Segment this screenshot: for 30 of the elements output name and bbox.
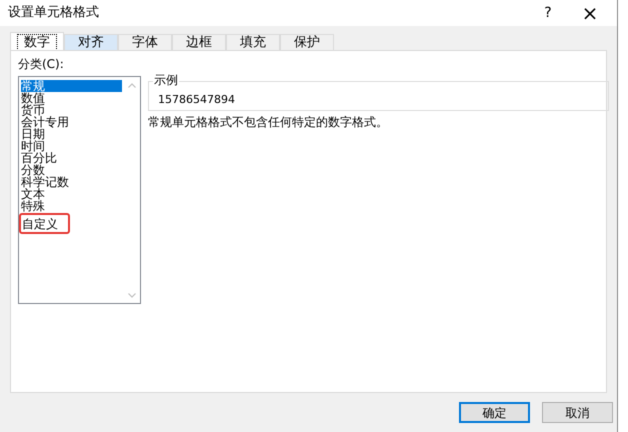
category-item[interactable]: 日期 [21,128,45,140]
description-text: 常规单元格格式不包含任何特定的数字格式。 [148,115,388,129]
tab[interactable]: 边框 [172,34,226,50]
category-item[interactable]: 自定义 [22,218,58,230]
tab[interactable]: 数字 [10,32,64,51]
category-item[interactable]: 数值 [21,92,45,104]
category-item[interactable]: 科学记数 [21,176,69,188]
sample-label: 示例 [153,73,179,87]
sample-value: 15786547894 [158,93,235,106]
category-item[interactable]: 常规 [21,80,122,92]
tab[interactable]: 填充 [226,34,280,50]
tab[interactable]: 对齐 [64,34,118,50]
category-item[interactable]: 百分比 [21,152,57,164]
tab[interactable]: 字体 [118,34,172,50]
category-item[interactable]: 特殊 [21,200,45,212]
scroll-up-icon[interactable] [128,83,136,88]
help-button[interactable]: ? [533,1,563,25]
category-label: 分类(C): [18,57,64,71]
category-item[interactable]: 货币 [21,104,45,116]
category-item[interactable]: 会计专用 [21,116,69,128]
category-item[interactable]: 文本 [21,188,45,200]
window-title: 设置单元格格式 [8,4,99,22]
category-list[interactable]: 常规 数值 货币 会计专用 日期 时间 百分比 分数 科学记数 文本 特殊 自定义 [18,76,141,304]
dialog-button[interactable]: 取消 [542,402,613,423]
scroll-down-icon[interactable] [128,293,136,298]
tab[interactable]: 保护 [280,34,334,50]
category-item[interactable]: 分数 [21,164,45,176]
dialog-button[interactable]: 确定 [459,402,530,423]
category-item[interactable]: 时间 [21,140,45,152]
close-button[interactable]: × [575,1,605,25]
